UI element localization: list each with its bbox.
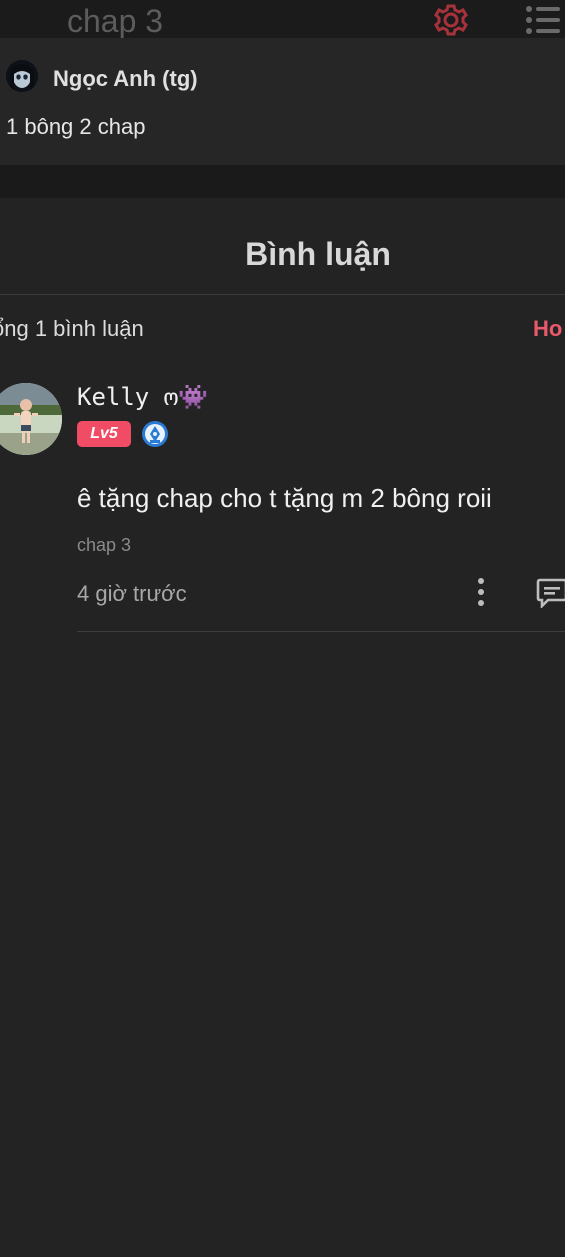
divider	[0, 294, 565, 295]
author-name[interactable]: Ngọc Anh (tg)	[53, 66, 198, 92]
more-vertical-icon[interactable]	[470, 576, 492, 608]
comments-heading: Bình luận	[245, 236, 391, 272]
author-note-text: 1 bông 2 chap	[6, 114, 146, 139]
sort-hot-tab[interactable]: Ho	[533, 316, 562, 342]
top-bar: chap 3	[0, 0, 565, 39]
comment-count: ổng 1 bình luận	[0, 316, 144, 341]
section-separator	[0, 165, 565, 198]
comment-timestamp: 4 giờ trước	[77, 581, 187, 606]
divider	[77, 631, 565, 632]
gear-icon[interactable]	[432, 2, 470, 38]
comment-username[interactable]: Kelly ო👾	[77, 383, 208, 411]
comment-chapter-ref[interactable]: chap 3	[77, 535, 131, 556]
author-note-card: Ngọc Anh (tg) 1 bông 2 chap	[0, 38, 565, 165]
list-menu-icon[interactable]	[522, 4, 562, 36]
comment-text: ê tặng chap cho t tặng m 2 bông roii	[77, 483, 492, 513]
author-avatar[interactable]	[6, 60, 38, 92]
reply-comment-icon[interactable]	[536, 576, 565, 610]
chapter-title: chap 3	[67, 3, 164, 39]
level-badge: Lv5	[77, 421, 131, 447]
avatar[interactable]	[0, 383, 62, 455]
pen-nib-badge-icon	[141, 420, 169, 448]
